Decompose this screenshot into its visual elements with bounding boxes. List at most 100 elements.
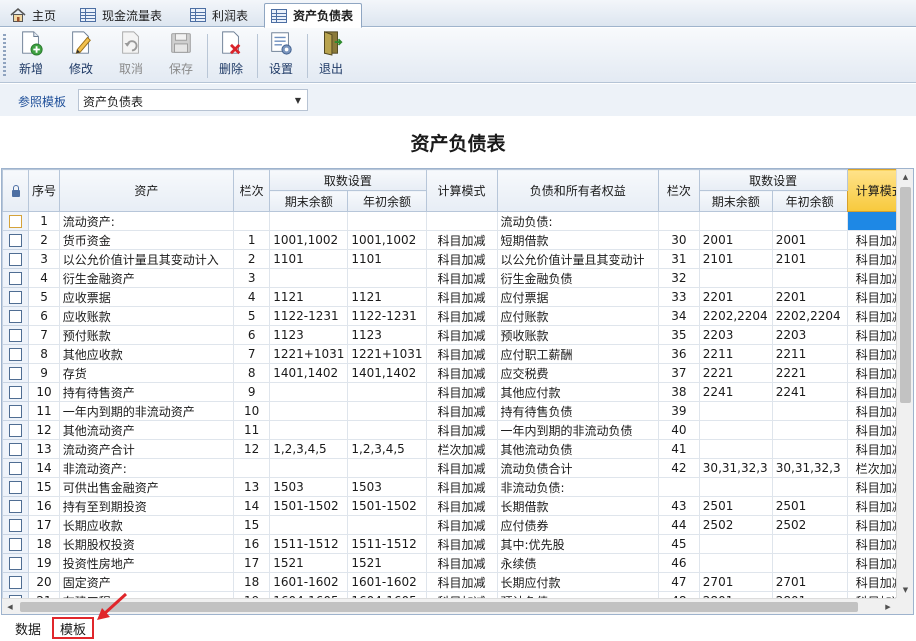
cell-begin-balance-2[interactable] — [771, 268, 848, 288]
cell-line-2[interactable]: 35 — [657, 325, 700, 345]
table-row[interactable]: 4 衍生金融资产 3 科目加减 衍生金融负债 32 科目加减 — [2, 268, 913, 288]
cell-begin-balance[interactable] — [347, 401, 427, 421]
cell-begin-balance[interactable]: 1401,1402 — [347, 363, 427, 383]
row-select-cell[interactable] — [2, 230, 30, 250]
cell-begin-balance-2[interactable]: 2202,2204 — [771, 306, 848, 326]
cell-line[interactable]: 11 — [233, 420, 271, 440]
header-begin-balance[interactable]: 年初余额 — [347, 190, 427, 212]
cell-begin-balance-2[interactable]: 2241 — [771, 382, 848, 402]
cell-line[interactable]: 18 — [233, 572, 271, 592]
cell-line[interactable]: 7 — [233, 344, 271, 364]
row-select-cell[interactable] — [2, 382, 30, 402]
cell-line-2[interactable]: 45 — [657, 534, 700, 554]
cell-end-balance-2[interactable]: 2202,2204 — [698, 306, 773, 326]
cell-asset[interactable]: 衍生金融资产 — [58, 268, 235, 288]
cell-calc-mode[interactable]: 科目加减 — [425, 458, 498, 478]
cell-end-balance[interactable] — [269, 420, 349, 440]
cell-calc-mode[interactable]: 科目加减 — [425, 230, 498, 250]
cell-line[interactable]: 16 — [233, 534, 271, 554]
cell-liability[interactable]: 长期应付款 — [496, 572, 659, 592]
cell-begin-balance[interactable]: 1511-1512 — [347, 534, 427, 554]
table-row[interactable]: 20 固定资产 18 1601-1602 1601-1602 科目加减 长期应付款 47 270… — [2, 572, 913, 592]
row-select-cell[interactable] — [2, 534, 30, 554]
tab-balance-sheet[interactable]: 资产负债表 — [264, 3, 363, 28]
row-select-cell[interactable] — [2, 268, 30, 288]
cell-line[interactable]: 17 — [233, 553, 271, 573]
row-checkbox[interactable] — [9, 234, 23, 247]
cell-seq[interactable]: 9 — [28, 363, 60, 383]
cell-line[interactable] — [233, 458, 271, 478]
cell-calc-mode[interactable]: 科目加减 — [425, 420, 498, 440]
row-checkbox[interactable] — [9, 576, 23, 589]
table-row[interactable]: 10 持有待售资产 9 科目加减 其他应付款 38 2241 2241 科目加减 — [2, 382, 913, 402]
cell-end-balance-2[interactable]: 2501 — [698, 496, 773, 516]
cell-calc-mode[interactable]: 科目加减 — [425, 268, 498, 288]
cell-seq[interactable]: 13 — [28, 439, 60, 459]
tab-income[interactable]: 利润表 — [184, 3, 256, 27]
scroll-left-icon[interactable]: ◀ — [2, 599, 18, 614]
tab-data[interactable]: 数据 — [8, 617, 48, 639]
template-grid[interactable]: 序号 资产 栏次 取数设置 计算模式 负债和所有者权益 栏次 取数设置 计算模式… — [1, 168, 914, 615]
row-checkbox[interactable] — [9, 481, 23, 494]
cell-calc-mode[interactable]: 科目加减 — [425, 287, 498, 307]
cell-begin-balance[interactable]: 1521 — [347, 553, 427, 573]
cell-end-balance[interactable]: 1001,1002 — [269, 230, 349, 250]
cancel-button[interactable]: 取消 — [106, 30, 156, 80]
row-checkbox[interactable] — [9, 253, 23, 266]
table-row[interactable]: 16 持有至到期投资 14 1501-1502 1501-1502 科目加减 长期借款 43 2… — [2, 496, 913, 516]
horizontal-scrollbar[interactable]: ◀ ▶ — [2, 598, 896, 614]
cell-seq[interactable]: 14 — [28, 458, 60, 478]
cell-asset[interactable]: 可供出售金融资产 — [58, 477, 235, 497]
cell-line-2[interactable]: 30 — [657, 230, 700, 250]
cell-begin-balance[interactable]: 1122-1231 — [347, 306, 427, 326]
cell-end-balance-2[interactable] — [698, 534, 773, 554]
cell-calc-mode[interactable]: 科目加减 — [425, 306, 498, 326]
table-row[interactable]: 1 流动资产: 流动负债: — [2, 211, 913, 231]
row-select-cell[interactable] — [2, 306, 30, 326]
cell-liability[interactable]: 流动负债: — [496, 211, 659, 231]
cell-line-2[interactable]: 43 — [657, 496, 700, 516]
cell-seq[interactable]: 8 — [28, 344, 60, 364]
reference-template-select[interactable]: 资产负债表 ▼ — [78, 89, 308, 111]
row-select-cell[interactable] — [2, 344, 30, 364]
cell-end-balance[interactable] — [269, 458, 349, 478]
row-select-cell[interactable] — [2, 211, 30, 231]
cell-end-balance-2[interactable] — [698, 439, 773, 459]
cell-seq[interactable]: 19 — [28, 553, 60, 573]
cell-end-balance[interactable]: 1123 — [269, 325, 349, 345]
cell-end-balance-2[interactable] — [698, 420, 773, 440]
header-liability[interactable]: 负债和所有者权益 — [496, 169, 659, 212]
table-row[interactable]: 6 应收账款 5 1122-1231 1122-1231 科目加减 应付账款 34 2202,2… — [2, 306, 913, 326]
header-line[interactable]: 栏次 — [233, 169, 271, 212]
cell-end-balance[interactable]: 1503 — [269, 477, 349, 497]
cell-begin-balance[interactable]: 1,2,3,4,5 — [347, 439, 427, 459]
cell-begin-balance[interactable] — [347, 382, 427, 402]
cell-line-2[interactable]: 38 — [657, 382, 700, 402]
cell-liability[interactable]: 其中:优先股 — [496, 534, 659, 554]
cell-asset[interactable]: 应收账款 — [58, 306, 235, 326]
row-select-cell[interactable] — [2, 572, 30, 592]
row-checkbox[interactable] — [9, 462, 23, 475]
table-row[interactable]: 15 可供出售金融资产 13 1503 1503 科目加减 非流动负债: 科目加减 — [2, 477, 913, 497]
cell-begin-balance[interactable]: 1221+1031 — [347, 344, 427, 364]
settings-button[interactable]: 设置 — [256, 30, 306, 80]
cell-begin-balance[interactable] — [347, 420, 427, 440]
row-checkbox[interactable] — [9, 215, 23, 228]
cell-asset[interactable]: 应收票据 — [58, 287, 235, 307]
cell-begin-balance[interactable] — [347, 268, 427, 288]
cell-begin-balance-2[interactable] — [771, 420, 848, 440]
cell-begin-balance-2[interactable] — [771, 439, 848, 459]
table-row[interactable]: 18 长期股权投资 16 1511-1512 1511-1512 科目加减 其中:优先股 45… — [2, 534, 913, 554]
row-checkbox[interactable] — [9, 386, 23, 399]
header-end-balance-2[interactable]: 期末余额 — [698, 190, 773, 212]
cell-calc-mode[interactable]: 科目加减 — [425, 382, 498, 402]
cell-liability[interactable]: 持有待售负债 — [496, 401, 659, 421]
cell-begin-balance[interactable]: 1001,1002 — [347, 230, 427, 250]
row-checkbox[interactable] — [9, 443, 23, 456]
row-select-cell[interactable] — [2, 477, 30, 497]
cell-begin-balance[interactable] — [347, 515, 427, 535]
cell-begin-balance-2[interactable] — [771, 401, 848, 421]
cell-begin-balance[interactable]: 1101 — [347, 249, 427, 269]
cell-asset[interactable]: 流动资产合计 — [58, 439, 235, 459]
cell-asset[interactable]: 一年内到期的非流动资产 — [58, 401, 235, 421]
